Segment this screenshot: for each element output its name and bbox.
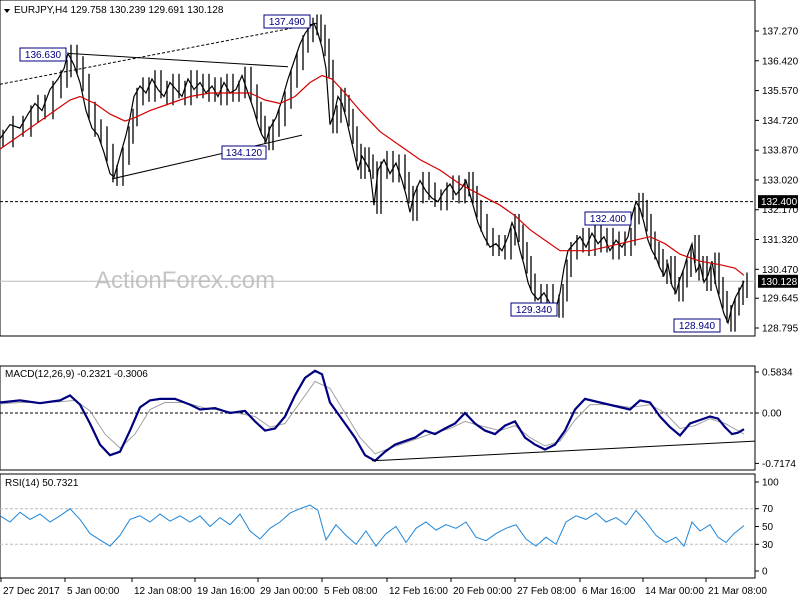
x-tick-label: 27 Feb 08:00	[517, 586, 576, 597]
price-y-tick-label: 137.270	[762, 27, 799, 38]
watermark: ActionForex.com	[95, 267, 275, 294]
price-y-tick-label: 130.470	[762, 265, 799, 276]
price-header: EURJPY,H4 129.758 130.239 129.691 130.12…	[4, 5, 224, 16]
rsi-y-tick-label: 50	[762, 522, 774, 533]
eurjpy-chart: ActionForex.com EURJPY,H4 129.758 130.23…	[0, 0, 799, 597]
annotation-label: 134.120	[226, 148, 263, 159]
price-annotation: 136.630	[19, 47, 67, 62]
resistance-price-tag: 132.400	[758, 195, 798, 209]
x-tick-label: 27 Dec 2017	[3, 586, 60, 597]
price-annotation: 128.940	[673, 318, 721, 333]
rsi-header: RSI(14) 50.7321	[5, 478, 79, 489]
macd-y-tick-label: 0.5834	[762, 368, 793, 379]
x-tick-label: 5 Jan 00:00	[67, 586, 120, 597]
x-tick-label: 20 Feb 00:00	[453, 586, 512, 597]
price-y-tick-label: 136.420	[762, 56, 799, 67]
x-tick-label: 14 Mar 00:00	[645, 586, 704, 597]
price-header-text: EURJPY,H4 129.758 130.239 129.691 130.12…	[14, 5, 224, 16]
annotation-label: 129.340	[516, 305, 553, 316]
price-annotation: 132.400	[584, 211, 632, 226]
x-tick-label: 12 Feb 16:00	[389, 586, 448, 597]
resistance-price-tag-label: 132.400	[761, 197, 798, 208]
rsi-panel	[0, 473, 756, 579]
macd-header: MACD(12,26,9) -0.2321 -0.3006	[5, 369, 148, 380]
price-annotation: 129.340	[510, 302, 558, 317]
current-price-tag-label: 130.128	[761, 277, 798, 288]
price-y-tick-label: 129.645	[762, 294, 799, 305]
x-tick-label: 21 Mar 08:00	[708, 586, 767, 597]
rsi-y-tick-label: 100	[762, 478, 779, 489]
x-tick-label: 5 Feb 08:00	[324, 586, 378, 597]
annotation-label: 137.490	[269, 17, 306, 28]
x-tick-label: 6 Mar 16:00	[582, 586, 636, 597]
macd-y-tick-label: -0.7174	[762, 459, 796, 470]
x-tick-label: 19 Jan 16:00	[197, 586, 255, 597]
price-y-tick-label: 128.795	[762, 324, 799, 335]
rsi-y-tick-label: 0	[762, 567, 768, 578]
price-y-tick-label: 131.320	[762, 235, 799, 246]
price-annotation: 137.490	[263, 14, 311, 29]
x-tick-label: 29 Jan 00:00	[260, 586, 318, 597]
price-annotation: 134.120	[221, 145, 267, 160]
current-price-tag: 130.128	[758, 274, 798, 288]
x-tick-label: 12 Jan 08:00	[134, 586, 192, 597]
price-y-tick-label: 133.020	[762, 175, 799, 186]
price-y-tick-label: 133.870	[762, 146, 799, 157]
annotation-label: 136.630	[25, 50, 62, 61]
macd-y-tick-label: 0.00	[762, 409, 782, 420]
annotation-label: 132.400	[590, 214, 627, 225]
rsi-y-tick-label: 30	[762, 540, 774, 551]
rsi-y-tick-label: 70	[762, 504, 774, 515]
price-y-tick-label: 134.720	[762, 116, 799, 127]
price-y-tick-label: 135.570	[762, 86, 799, 97]
annotation-label: 128.940	[679, 321, 716, 332]
